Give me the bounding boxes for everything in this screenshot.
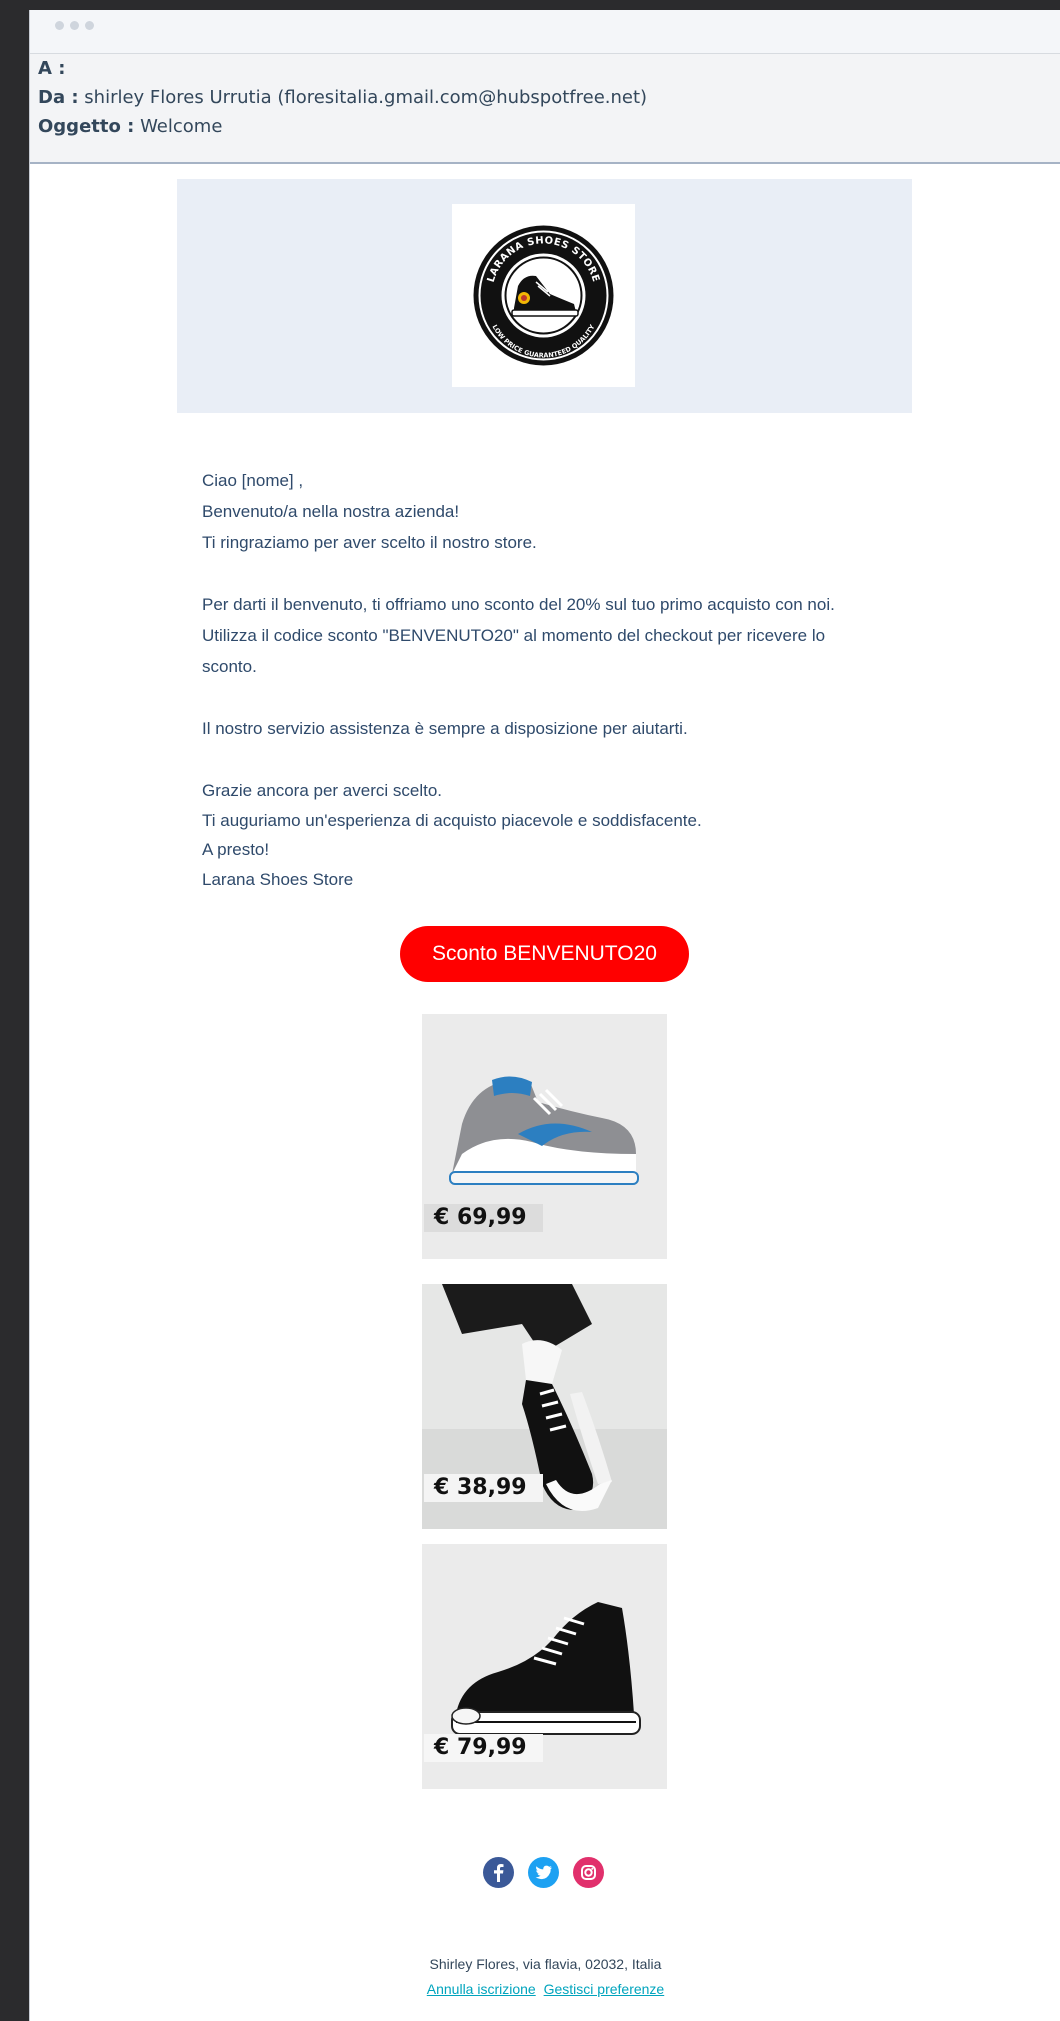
body-line: Grazie ancora per averci scelto.: [202, 781, 442, 800]
social-links: [483, 1857, 613, 1893]
product-price: € 69,99: [424, 1204, 543, 1232]
window-dot-icon[interactable]: [55, 21, 64, 30]
instagram-icon[interactable]: [573, 1857, 604, 1888]
footer-address: Shirley Flores, via flavia, 02032, Itali…: [429, 1956, 662, 1972]
greeting: Ciao [nome] ,: [202, 471, 304, 490]
support-paragraph: Il nostro servizio assistenza è sempre a…: [202, 719, 688, 738]
unsubscribe-link[interactable]: Annulla iscrizione: [427, 1981, 536, 1997]
product-card[interactable]: € 79,99: [422, 1544, 667, 1789]
body-line: Ti ringraziamo per aver scelto il nostro…: [202, 533, 537, 552]
footer-links: Annulla iscrizione Gestisci preferenze: [30, 1981, 1060, 1997]
body-line: Benvenuto/a nella nostra azienda!: [202, 502, 460, 521]
product-price: € 38,99: [424, 1474, 543, 1502]
logo-banner: LARANA SHOES STORE LOW PRICE GUARANTEED …: [177, 179, 912, 413]
subject-value: Welcome: [140, 116, 223, 137]
email-header: A : Da : shirley Flores Urrutia (floresi…: [30, 54, 1060, 164]
email-body: Ciao [nome] , Benvenuto/a nella nostra a…: [202, 465, 902, 895]
discount-cta-button[interactable]: Sconto BENVENUTO20: [400, 926, 689, 982]
from-value: shirley Flores Urrutia (floresitalia.gma…: [84, 87, 648, 108]
manage-preferences-link[interactable]: Gestisci preferenze: [544, 1981, 665, 1997]
window-dot-icon[interactable]: [85, 21, 94, 30]
store-logo: LARANA SHOES STORE LOW PRICE GUARANTEED …: [452, 204, 635, 387]
discount-paragraph: Per darti il benvenuto, ti offriamo uno …: [202, 595, 835, 676]
shoe-store-logo-icon: LARANA SHOES STORE LOW PRICE GUARANTEED …: [473, 225, 614, 366]
twitter-icon[interactable]: [528, 1857, 559, 1888]
body-line: Ti auguriamo un'esperienza di acquisto p…: [202, 811, 702, 830]
from-label: Da :: [38, 87, 79, 108]
signature: Larana Shoes Store: [202, 870, 354, 889]
subject-label: Oggetto :: [38, 116, 135, 137]
to-row: A :: [38, 58, 65, 79]
subject-row: Oggetto : Welcome: [38, 116, 222, 137]
product-price: € 79,99: [424, 1734, 543, 1762]
window-dot-icon[interactable]: [70, 21, 79, 30]
facebook-icon[interactable]: [483, 1857, 514, 1888]
window-titlebar: [30, 10, 1060, 54]
email-window: A : Da : shirley Flores Urrutia (floresi…: [29, 10, 1060, 2021]
product-card[interactable]: € 69,99: [422, 1014, 667, 1259]
body-line: A presto!: [202, 840, 270, 859]
from-row: Da : shirley Flores Urrutia (floresitali…: [38, 87, 647, 108]
to-label: A :: [38, 58, 66, 79]
product-card[interactable]: € 38,99: [422, 1284, 667, 1529]
